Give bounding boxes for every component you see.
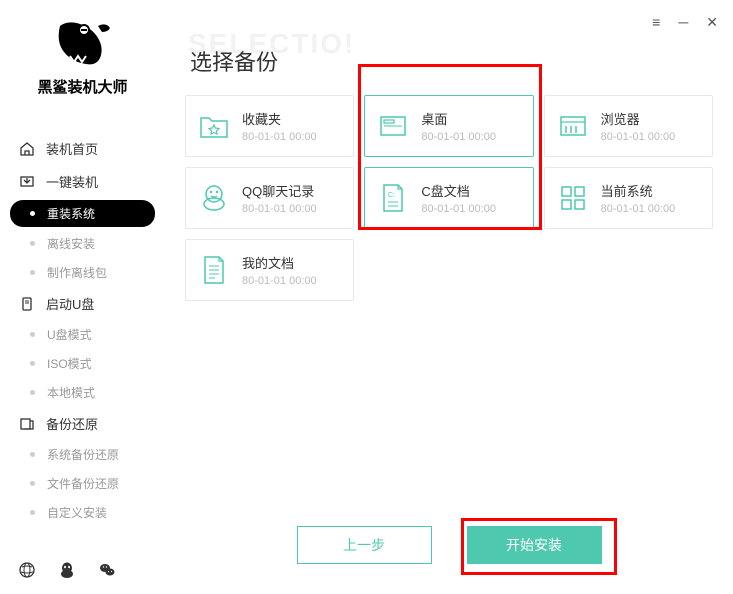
card-title: 我的文档 [242,253,317,272]
nav-item-label: 离线安装 [47,235,95,252]
card-title: QQ聊天记录 [242,181,317,200]
doc-icon [198,254,230,286]
nav-group-install[interactable]: 一键装机 [0,165,165,198]
usb-icon [18,295,36,313]
nav-item-label: 本地模式 [47,384,95,401]
prev-button[interactable]: 上一步 [297,526,432,564]
card-time: 80-01-01 00:00 [601,131,676,143]
card-system[interactable]: 当前系统 80-01-01 00:00 [544,167,713,229]
card-title: 收藏夹 [242,109,317,128]
card-time: 80-01-01 00:00 [242,131,317,143]
start-button[interactable]: 开始安装 [467,526,602,564]
nav-item-custom[interactable]: 自定义安装 [0,498,165,527]
card-title: 当前系统 [601,181,676,200]
nav-item-reinstall[interactable]: 重装系统 [10,200,155,227]
cdoc-icon: C: [377,182,409,214]
system-icon [557,182,589,214]
sidebar: 黑鲨装机大师 装机首页 一键装机 重装系统 离线安装 制作离线包 启动U盘 U盘… [0,0,165,594]
qq-icon[interactable] [58,561,76,579]
card-time: 80-01-01 00:00 [601,203,676,215]
nav-item-makepack[interactable]: 制作离线包 [0,258,165,287]
menu-icon[interactable]: ≡ [652,14,660,31]
backup-icon [18,415,36,433]
card-qq[interactable]: QQ聊天记录 80-01-01 00:00 [185,167,354,229]
nav-group-backup[interactable]: 备份还原 [0,407,165,440]
browser-icon [557,110,589,142]
page-title: 选择备份 [190,45,718,77]
card-title: 浏览器 [601,109,676,128]
svg-text:C:: C: [388,192,395,199]
card-time: 80-01-01 00:00 [421,131,496,143]
nav-item-offline[interactable]: 离线安装 [0,229,165,258]
card-favorites[interactable]: 收藏夹 80-01-01 00:00 [185,95,354,157]
nav-group-home[interactable]: 装机首页 [0,132,165,165]
backup-grid: 收藏夹 80-01-01 00:00 桌面 80-01-01 00:00 浏览器 80… [185,95,713,301]
action-buttons: 上一步 开始安装 [165,526,733,564]
nav-item-usbmode[interactable]: U盘模式 [0,320,165,349]
nav-item-label: 自定义安装 [47,504,107,521]
star-folder-icon [198,110,230,142]
card-title: 桌面 [421,109,496,128]
nav-label: 一键装机 [46,172,98,191]
nav-label: 备份还原 [46,414,98,433]
nav-item-filebackup[interactable]: 文件备份还原 [0,469,165,498]
card-time: 80-01-01 00:00 [242,275,317,287]
bottom-icons [0,546,165,594]
ie-icon[interactable] [18,561,36,579]
card-desktop[interactable]: 桌面 80-01-01 00:00 [364,95,533,157]
whale-logo-icon [52,18,114,68]
close-icon[interactable]: ✕ [706,14,718,31]
nav-group-usb[interactable]: 启动U盘 [0,287,165,320]
nav-item-label: 文件备份还原 [47,475,119,492]
install-icon [18,173,36,191]
home-icon [18,140,36,158]
nav-item-label: U盘模式 [47,326,92,343]
card-mydoc[interactable]: 我的文档 80-01-01 00:00 [185,239,354,301]
nav: 装机首页 一键装机 重装系统 离线安装 制作离线包 启动U盘 U盘模式 ISO模… [0,132,165,546]
desktop-icon [377,110,409,142]
card-browser[interactable]: 浏览器 80-01-01 00:00 [544,95,713,157]
card-time: 80-01-01 00:00 [242,203,317,215]
nav-item-label: 系统备份还原 [47,446,119,463]
nav-item-sysbackup[interactable]: 系统备份还原 [0,440,165,469]
card-title: C盘文档 [421,181,496,200]
nav-item-label: ISO模式 [47,355,92,372]
nav-label: 装机首页 [46,139,98,158]
logo-area: 黑鲨装机大师 [0,0,165,107]
wechat-icon[interactable] [98,561,116,579]
main-content: ≡ ─ ✕ SELECTIO! 选择备份 收藏夹80-01-01 00:00 桌… [165,0,733,594]
card-time: 80-01-01 00:00 [421,203,496,215]
nav-label: 启动U盘 [46,294,94,313]
nav-item-localmode[interactable]: 本地模式 [0,378,165,407]
minimize-icon[interactable]: ─ [678,14,688,31]
qq-chat-icon [198,182,230,214]
window-controls: ≡ ─ ✕ [652,14,718,31]
card-cdrive[interactable]: C: C盘文档 80-01-01 00:00 [364,167,533,229]
app-title: 黑鲨装机大师 [0,76,165,97]
nav-item-label: 重装系统 [47,205,95,222]
nav-item-isomode[interactable]: ISO模式 [0,349,165,378]
nav-item-label: 制作离线包 [47,264,107,281]
